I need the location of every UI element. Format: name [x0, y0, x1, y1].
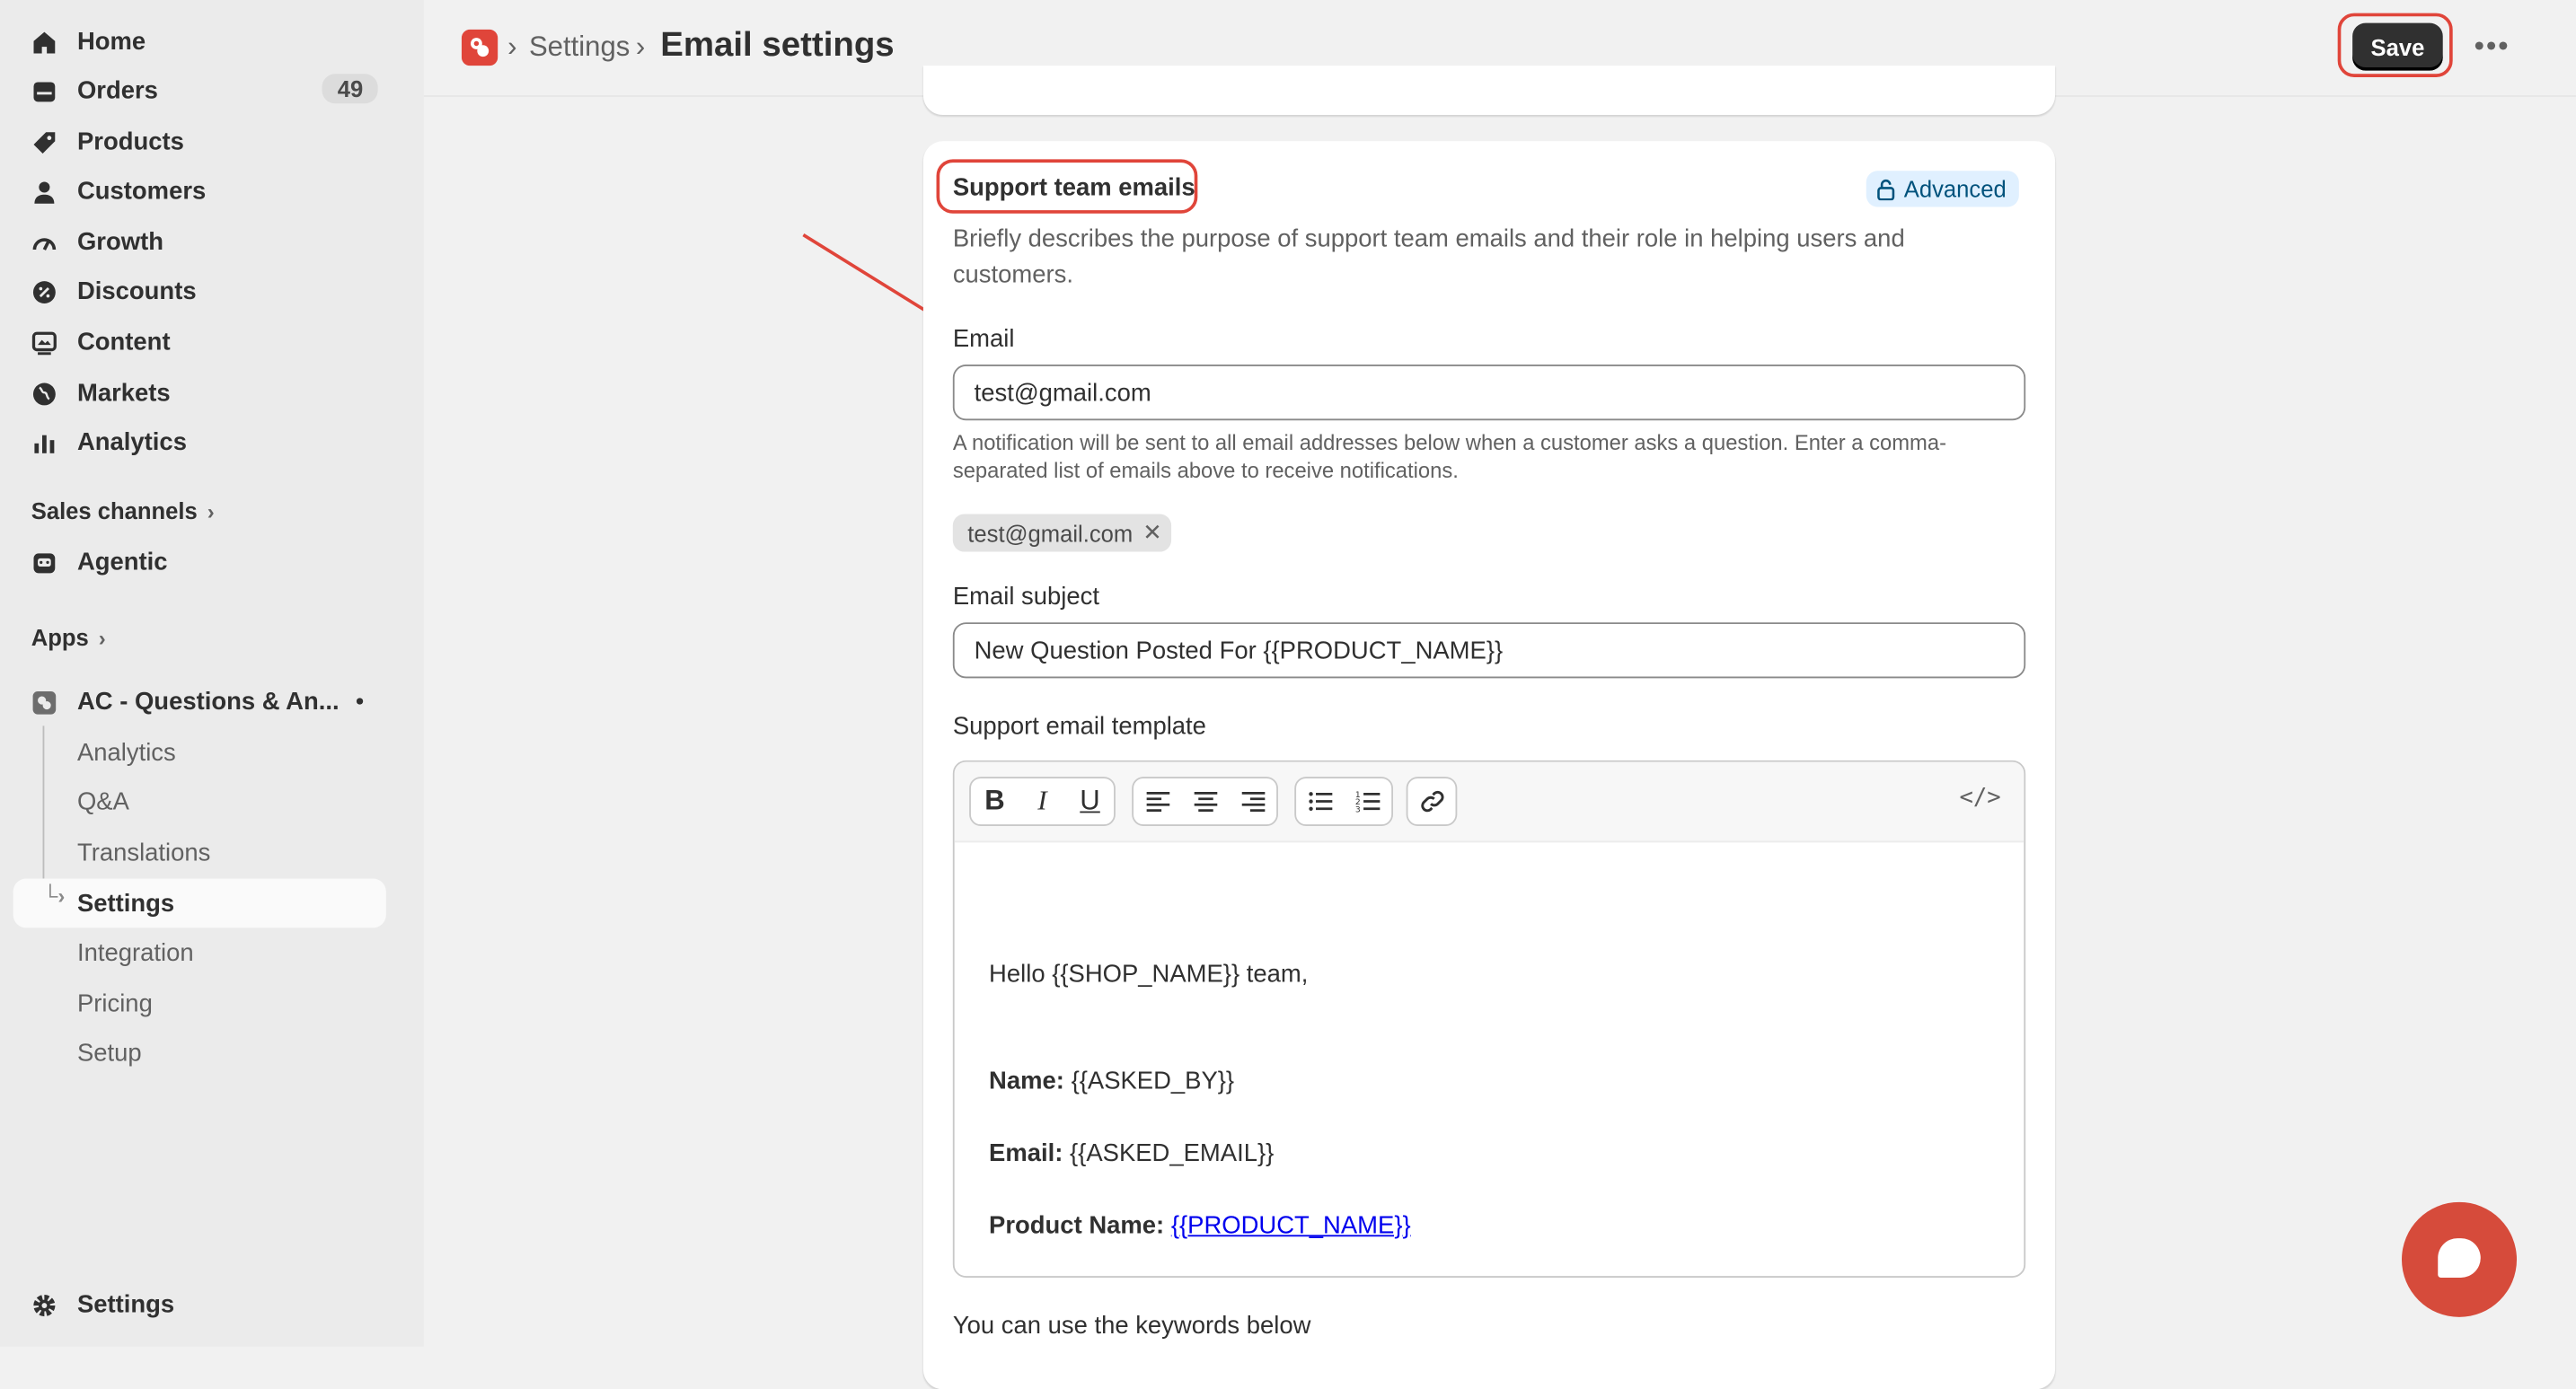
email-label: Email	[952, 325, 1015, 354]
app-logo-icon	[32, 691, 57, 715]
app-sub-setup[interactable]: Setup	[13, 1028, 386, 1077]
save-button[interactable]: Save	[2352, 22, 2443, 71]
apps-heading[interactable]: Apps ›	[31, 624, 106, 650]
previous-card	[922, 66, 2056, 116]
email-tag: test@gmail.com ✕	[952, 514, 1172, 552]
unread-dot	[356, 698, 364, 705]
tree-arrow-icon: └›	[42, 884, 66, 909]
code-view-icon[interactable]: </>	[1959, 785, 2000, 811]
underline-icon[interactable]: U	[1066, 778, 1114, 824]
page-title: Email settings	[660, 26, 895, 65]
keywords-label: You can use the keywords below	[952, 1312, 1311, 1341]
product-name-link[interactable]: {{PRODUCT_NAME}}	[1171, 1212, 1411, 1240]
gear-icon	[33, 1294, 56, 1317]
content-icon	[31, 331, 57, 356]
list-group: 123	[1294, 777, 1393, 826]
sidebar: Home Orders 49 Products Customers Growth…	[0, 0, 424, 1347]
bold-icon[interactable]: B	[971, 778, 1019, 824]
orders-icon	[33, 82, 56, 102]
app-sub-integration[interactable]: Integration	[13, 927, 386, 977]
app-sub-translations[interactable]: Translations	[13, 828, 386, 877]
robot-icon	[33, 553, 56, 574]
sidebar-item-customers[interactable]: Customers	[13, 166, 386, 215]
globe-icon	[32, 382, 56, 406]
app-sub-settings[interactable]: └› Settings	[13, 878, 386, 928]
sidebar-item-settings[interactable]: Settings	[13, 1279, 386, 1329]
sidebar-item-markets[interactable]: Markets	[13, 368, 386, 418]
product-line: Product Name: {{PRODUCT_NAME}}	[989, 1211, 1411, 1240]
text-style-group: B I U	[969, 777, 1116, 826]
chevron-right-icon: ›	[98, 624, 106, 650]
orders-count-badge: 49	[322, 74, 378, 104]
card-description: Briefly describes the purpose of support…	[952, 224, 1905, 289]
numbered-list-icon[interactable]: 123	[1344, 778, 1391, 824]
app-sub-pricing[interactable]: Pricing	[13, 979, 386, 1028]
italic-icon[interactable]: I	[1019, 778, 1066, 824]
name-line: Name: {{ASKED_BY}}	[989, 1067, 1235, 1095]
app-sub-qa[interactable]: Q&A	[13, 777, 386, 826]
sidebar-item-growth[interactable]: Growth	[13, 216, 386, 266]
sidebar-item-discounts[interactable]: Discounts	[13, 266, 386, 315]
discount-icon	[32, 281, 56, 303]
breadcrumb-separator-icon: ›	[635, 31, 646, 63]
sidebar-item-products[interactable]: Products	[13, 117, 386, 166]
sidebar-item-orders[interactable]: Orders 49	[13, 66, 386, 115]
growth-icon	[32, 238, 57, 251]
chat-button[interactable]	[2401, 1201, 2518, 1317]
svg-text:3: 3	[1354, 805, 1360, 813]
chevron-right-icon: ›	[207, 498, 215, 523]
bar-chart-icon	[34, 435, 55, 453]
align-right-icon[interactable]	[1229, 778, 1276, 824]
email-field[interactable]: test@gmail.com	[952, 365, 2026, 421]
template-editor[interactable]: B I U 123 </> Hello {{SHOP_NAME}} team, …	[952, 760, 2026, 1278]
chat-bubble-icon	[2438, 1238, 2481, 1278]
sidebar-item-home[interactable]: Home	[13, 16, 386, 66]
remove-tag-icon[interactable]: ✕	[1142, 519, 1161, 547]
app-sub-analytics[interactable]: Analytics	[13, 727, 386, 777]
person-icon	[34, 181, 55, 204]
align-left-icon[interactable]	[1134, 778, 1181, 824]
support-team-emails-card: Support team emails Advanced Briefly des…	[922, 141, 2056, 1389]
email-subject-field[interactable]: New Question Posted For {{PRODUCT_NAME}}	[952, 622, 2026, 679]
align-center-icon[interactable]	[1181, 778, 1229, 824]
home-icon	[33, 31, 56, 54]
email-help-text: A notification will be sent to all email…	[952, 430, 1947, 483]
email-subject-label: Email subject	[952, 583, 1099, 611]
lock-icon	[1877, 179, 1895, 200]
breadcrumb-settings[interactable]: Settings	[529, 31, 630, 65]
bullet-list-icon[interactable]	[1296, 778, 1344, 824]
link-group	[1406, 777, 1458, 826]
breadcrumb-separator-icon: ›	[507, 31, 517, 63]
alignment-group	[1132, 777, 1278, 826]
link-icon[interactable]	[1407, 778, 1455, 824]
greeting-line: Hello {{SHOP_NAME}} team,	[989, 960, 1309, 989]
editor-toolbar: B I U 123 </>	[954, 761, 2025, 843]
advanced-badge: Advanced	[1866, 171, 2020, 207]
card-title: Support team emails	[952, 173, 1195, 202]
sidebar-item-analytics[interactable]: Analytics	[13, 418, 386, 467]
sidebar-item-agentic[interactable]: Agentic	[13, 537, 386, 586]
more-actions-icon[interactable]: •••	[2474, 30, 2510, 64]
sales-channels-heading[interactable]: Sales channels ›	[31, 497, 215, 523]
sidebar-item-app[interactable]: AC - Questions & An...	[13, 677, 386, 726]
tag-icon	[33, 132, 56, 154]
sidebar-item-content[interactable]: Content	[13, 317, 386, 366]
app-logo-icon[interactable]	[461, 29, 498, 66]
email-line: Email: {{ASKED_EMAIL}}	[989, 1139, 1275, 1168]
template-label: Support email template	[952, 712, 1206, 741]
